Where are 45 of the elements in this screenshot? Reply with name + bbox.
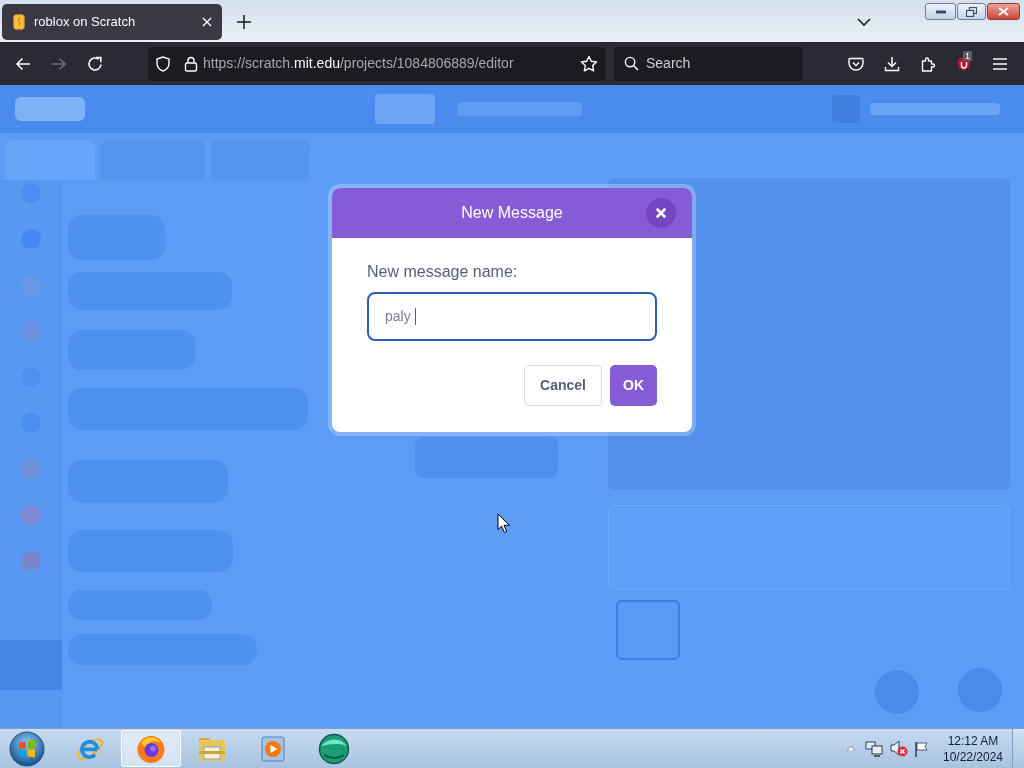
shield-icon[interactable] (155, 55, 171, 72)
flag-icon[interactable] (914, 740, 930, 757)
flame-globe-icon (136, 733, 166, 764)
speaker-muted-icon[interactable] (890, 740, 908, 757)
clock-date: 10/22/2024 (942, 748, 1004, 765)
notification-badge: 1 (963, 50, 972, 61)
close-icon (998, 7, 1009, 16)
play-icon (258, 733, 288, 764)
caret-up-icon[interactable] (847, 746, 855, 751)
lock-icon[interactable] (184, 55, 198, 72)
bookmark-star-icon[interactable] (580, 54, 598, 73)
restore-icon (966, 6, 977, 17)
start-orb-icon[interactable] (9, 730, 45, 767)
address-bar[interactable]: https://scratch.mit.edu/projects/1084806889/editor (148, 46, 605, 81)
search-field[interactable]: Search (614, 46, 803, 81)
save-pocket-icon[interactable] (848, 55, 864, 72)
blurred-sprite-tile (616, 600, 680, 660)
back-arrow-icon[interactable] (15, 55, 31, 72)
text-caret-icon (414, 308, 416, 325)
network-icon[interactable] (865, 740, 883, 757)
close-icon[interactable] (646, 198, 676, 228)
puzzle-piece-icon[interactable] (920, 55, 936, 72)
cancel-button[interactable]: Cancel (524, 365, 602, 406)
download-icon[interactable] (884, 55, 900, 72)
restore-button[interactable] (957, 3, 986, 20)
message-name-field[interactable]: paly (367, 292, 657, 341)
browser-tab[interactable]: roblox on Scratch (2, 4, 222, 40)
close-icon[interactable] (202, 17, 212, 27)
taskbar-button[interactable] (121, 730, 181, 767)
search-icon (624, 56, 639, 71)
mouse-pointer-icon (497, 513, 510, 534)
reload-icon[interactable] (87, 55, 103, 72)
menu-icon[interactable] (992, 56, 1008, 71)
ok-button[interactable]: OK (610, 365, 657, 406)
sphere-icon (318, 732, 350, 765)
clock-time: 12:12 AM (947, 732, 999, 749)
dialog-title: New Message (461, 203, 563, 223)
tab-favicon-icon (13, 14, 25, 30)
minimize-button[interactable] (925, 3, 956, 20)
blurred-logo (15, 97, 85, 121)
minimize-icon (935, 9, 946, 14)
window-close-button[interactable] (987, 3, 1020, 20)
chevron-down-icon[interactable] (857, 18, 871, 26)
plus-icon[interactable] (237, 15, 251, 29)
field-label: New message name: (367, 262, 518, 282)
